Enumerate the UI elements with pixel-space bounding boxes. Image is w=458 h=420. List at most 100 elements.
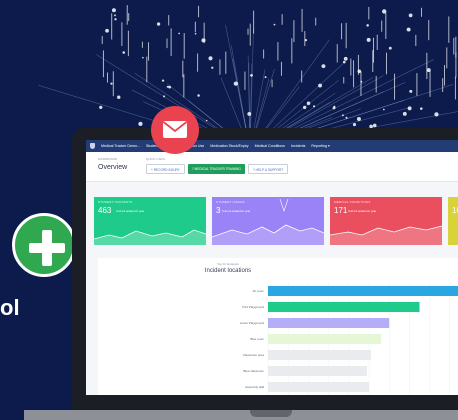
bar-art-room[interactable] bbox=[268, 286, 458, 296]
sparkline bbox=[94, 229, 206, 245]
record-injury-button[interactable]: + RECORD INJURY bbox=[146, 164, 185, 174]
network-node bbox=[201, 38, 206, 43]
nav-item-incidents[interactable]: Incidents bbox=[291, 144, 305, 148]
top-navigation: Medical Tracker Demo... Students Staff M… bbox=[86, 140, 458, 152]
category-label: Assembly Hall bbox=[245, 385, 264, 389]
bar-chart: Art room KS1 Playground Lower Playground Bl… bbox=[240, 282, 458, 395]
network-node bbox=[110, 82, 113, 85]
card-student-incidents[interactable]: STUDENT INCIDENTS 463 Current academic y… bbox=[94, 197, 206, 245]
network-node bbox=[372, 123, 377, 128]
nav-item-reporting[interactable]: Reporting ▾ bbox=[311, 144, 329, 148]
category-label: KS1 Playground bbox=[242, 305, 264, 309]
network-node bbox=[434, 112, 439, 117]
laptop-screen: Medical Tracker Demo... Students Staff M… bbox=[86, 140, 458, 395]
network-node bbox=[111, 8, 116, 13]
network-node bbox=[342, 60, 346, 64]
network-node bbox=[122, 51, 126, 54]
network-node bbox=[343, 56, 348, 61]
card-title: STUDENT INCIDENTS bbox=[98, 200, 133, 204]
nav-app-name[interactable]: Medical Tracker Demo... bbox=[101, 144, 140, 148]
network-node bbox=[264, 76, 267, 79]
card-value: 10 bbox=[452, 206, 458, 215]
network-node bbox=[117, 95, 121, 99]
bar-ks1-playground[interactable] bbox=[268, 302, 420, 312]
breadcrumb: DASHBOARD bbox=[98, 157, 118, 161]
network-node bbox=[233, 81, 239, 86]
network-node bbox=[197, 94, 200, 97]
network-node bbox=[99, 105, 103, 110]
plus-icon bbox=[12, 213, 76, 277]
network-node bbox=[194, 32, 197, 35]
network-node bbox=[332, 106, 336, 110]
card-medical-conditions[interactable]: MEDICAL CONDITIONS 171 Current academic … bbox=[330, 197, 442, 245]
network-node bbox=[161, 79, 165, 82]
network-node bbox=[408, 13, 413, 18]
card-student-issues[interactable]: STUDENT ISSUES 3 Current academic year bbox=[212, 197, 324, 245]
quick-links-label: QUICK LINKS bbox=[146, 157, 166, 161]
network-node bbox=[168, 85, 171, 89]
network-node bbox=[318, 83, 323, 88]
bar-blue-classroom[interactable] bbox=[268, 366, 367, 376]
medical-tracker-training-button[interactable]: ? MEDICAL TRACKER TRAINING bbox=[188, 164, 245, 174]
bar-blue-room[interactable] bbox=[268, 334, 382, 344]
network-node bbox=[178, 32, 180, 35]
network-node bbox=[407, 106, 412, 111]
network-node bbox=[205, 119, 208, 122]
category-label: Lower Playground bbox=[240, 321, 265, 325]
network-node bbox=[312, 105, 316, 108]
card-subtitle: Current academic year bbox=[116, 209, 145, 213]
network-node bbox=[366, 24, 369, 27]
network-node bbox=[406, 27, 411, 32]
sparkline bbox=[212, 198, 324, 245]
sparkline bbox=[330, 225, 442, 245]
card-value: 463 bbox=[98, 206, 112, 215]
network-node bbox=[345, 116, 348, 119]
page-header: DASHBOARD Overview QUICK LINKS + RECORD … bbox=[86, 152, 458, 182]
card-partial[interactable]: 10 bbox=[448, 197, 458, 245]
network-node bbox=[388, 46, 392, 50]
nav-item-medication-stock[interactable]: Medication Stock/Expiry bbox=[210, 144, 248, 148]
network-node bbox=[114, 18, 117, 21]
network-node bbox=[360, 80, 363, 83]
nav-item-medical-conditions[interactable]: Medical Conditions bbox=[255, 144, 285, 148]
network-node bbox=[352, 123, 357, 127]
network-node bbox=[142, 56, 144, 59]
bar-classroom-area[interactable] bbox=[268, 350, 372, 360]
envelope-icon-shape bbox=[162, 121, 188, 138]
network-node bbox=[321, 64, 326, 69]
laptop-base bbox=[24, 410, 458, 420]
bar-lower-playground[interactable] bbox=[268, 318, 390, 328]
network-node bbox=[306, 101, 311, 106]
stat-cards: STUDENT INCIDENTS 463 Current academic y… bbox=[94, 197, 458, 245]
incident-locations-chart: Top 10 Hotspots Incident locations Art r… bbox=[98, 258, 458, 395]
network-node bbox=[105, 28, 109, 33]
network-node bbox=[341, 114, 344, 117]
network-node bbox=[304, 38, 308, 42]
category-label: Classroom area bbox=[243, 353, 265, 357]
network-node bbox=[302, 105, 307, 110]
network-node bbox=[163, 95, 166, 98]
network-node bbox=[382, 108, 385, 111]
network-node bbox=[409, 89, 413, 93]
network-node bbox=[247, 112, 252, 116]
network-node bbox=[156, 22, 161, 26]
network-node bbox=[356, 116, 361, 121]
network-node bbox=[382, 9, 387, 14]
page-title: Overview bbox=[98, 164, 128, 171]
network-node bbox=[138, 121, 143, 126]
network-node bbox=[208, 56, 213, 61]
network-node bbox=[426, 68, 431, 73]
envelope-icon bbox=[151, 106, 199, 154]
network-node bbox=[366, 37, 371, 42]
shield-logo-icon bbox=[90, 143, 95, 149]
category-label: Blue classroom bbox=[243, 369, 264, 373]
network-node bbox=[420, 107, 423, 110]
network-node bbox=[114, 14, 116, 17]
side-heading-fragment: ol bbox=[0, 295, 20, 320]
help-support-button[interactable]: ? HELP & SUPPORT bbox=[248, 164, 289, 174]
network-node bbox=[273, 23, 276, 26]
category-label: Blue room bbox=[250, 337, 264, 341]
network-node bbox=[211, 66, 214, 69]
network-node bbox=[402, 111, 407, 116]
bar-assembly-hall[interactable] bbox=[268, 382, 369, 392]
